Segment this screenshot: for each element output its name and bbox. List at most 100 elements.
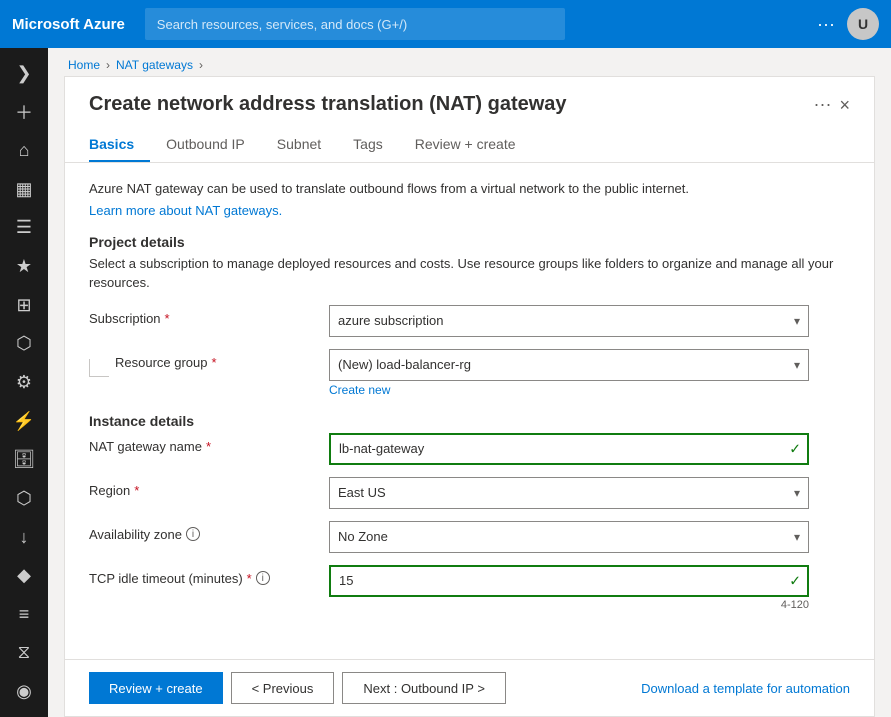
azure-brand: Microsoft Azure — [12, 16, 125, 33]
resource-group-control: (New) load-balancer-rg ▾ Create new — [329, 349, 809, 397]
nat-name-required: * — [206, 439, 211, 454]
project-details-title: Project details — [89, 234, 850, 250]
region-dropdown[interactable]: East US ▾ — [329, 477, 809, 509]
topbar: Microsoft Azure ··· U — [0, 0, 891, 48]
sidebar: ❯ ＋ ⌂ ▦ ☰ ★ ⊞ ⬡ ⚙ ⚡ 🗄 ⬡ ↓ ◆ ≡ ⧖ ◉ — [0, 48, 48, 717]
availability-zone-row: Availability zone i No Zone ▾ — [89, 521, 850, 553]
sidebar-item-favorites[interactable]: ★ — [4, 249, 44, 284]
create-panel: Create network address translation (NAT)… — [64, 76, 875, 717]
tcp-timeout-input-wrap: ✓ — [329, 565, 809, 597]
breadcrumb-home[interactable]: Home — [68, 58, 100, 72]
tabs: Basics Outbound IP Subnet Tags Review + … — [89, 128, 850, 162]
panel-close-button[interactable]: × — [839, 96, 850, 114]
next-button[interactable]: Next : Outbound IP > — [342, 672, 506, 704]
nat-gateway-name-input[interactable] — [329, 433, 809, 465]
sidebar-item-security[interactable]: ◆ — [4, 558, 44, 593]
sidebar-item-list[interactable]: ≡ — [4, 597, 44, 632]
sidebar-item-collapse[interactable]: ❯ — [4, 56, 44, 91]
resource-group-label: Resource group * — [109, 349, 217, 370]
sidebar-item-devops[interactable]: ⧖ — [4, 636, 44, 671]
breadcrumb: Home › NAT gateways › — [48, 48, 891, 76]
subscription-label: Subscription * — [89, 305, 329, 326]
learn-more-link[interactable]: Learn more about NAT gateways. — [89, 203, 282, 218]
sidebar-item-kubernetes[interactable]: ⬡ — [4, 326, 44, 361]
tcp-timeout-input[interactable] — [329, 565, 809, 597]
tcp-timeout-label: TCP idle timeout (minutes) * i — [89, 565, 329, 586]
availability-zone-dropdown[interactable]: No Zone ▾ — [329, 521, 809, 553]
rg-required: * — [212, 355, 217, 370]
tcp-timeout-row: TCP idle timeout (minutes) * i ✓ 4-120 — [89, 565, 850, 611]
sidebar-item-settings[interactable]: ⚙ — [4, 365, 44, 400]
tab-basics[interactable]: Basics — [89, 128, 150, 162]
panel-footer: Review + create < Previous Next : Outbou… — [65, 659, 874, 716]
region-row: Region * East US ▾ — [89, 477, 850, 509]
availability-zone-info-icon[interactable]: i — [186, 527, 200, 541]
sidebar-item-app-services[interactable]: ⊞ — [4, 288, 44, 323]
panel-header: Create network address translation (NAT)… — [65, 77, 874, 163]
tcp-timeout-info-icon[interactable]: i — [256, 571, 270, 585]
region-control: East US ▾ — [329, 477, 809, 509]
sidebar-item-cost[interactable]: ◉ — [4, 674, 44, 709]
availability-zone-control: No Zone ▾ — [329, 521, 809, 553]
rg-dropdown-arrow: ▾ — [794, 358, 800, 372]
content-area: Home › NAT gateways › Create network add… — [48, 48, 891, 717]
create-new-link[interactable]: Create new — [329, 383, 390, 397]
review-create-button[interactable]: Review + create — [89, 672, 223, 704]
nat-gateway-name-label: NAT gateway name * — [89, 433, 329, 454]
sidebar-item-monitor[interactable]: ↓ — [4, 520, 44, 555]
sidebar-item-all-services[interactable]: ☰ — [4, 211, 44, 246]
tab-outbound-ip[interactable]: Outbound IP — [150, 128, 261, 162]
sidebar-item-home[interactable]: ⌂ — [4, 133, 44, 168]
breadcrumb-sep-2: › — [199, 58, 203, 72]
az-dropdown-arrow: ▾ — [794, 530, 800, 544]
nat-gateway-name-input-wrap: ✓ — [329, 433, 809, 465]
region-value: East US — [338, 485, 386, 500]
tcp-required: * — [247, 571, 252, 586]
subscription-control: azure subscription ▾ — [329, 305, 809, 337]
sidebar-item-functions[interactable]: ⚡ — [4, 404, 44, 439]
sidebar-item-api[interactable]: ⬡ — [4, 481, 44, 516]
panel-ellipsis-icon[interactable]: ··· — [814, 94, 832, 115]
ellipsis-icon[interactable]: ··· — [817, 14, 835, 35]
resource-group-row: Resource group * (New) load-balancer-rg … — [89, 349, 850, 397]
tcp-hint-text: 4-120 — [329, 599, 809, 611]
panel-title: Create network address translation (NAT)… — [89, 93, 567, 116]
search-input[interactable] — [145, 8, 565, 40]
tab-tags[interactable]: Tags — [337, 128, 399, 162]
panel-body: Azure NAT gateway can be used to transla… — [65, 163, 874, 659]
tcp-timeout-control: ✓ 4-120 — [329, 565, 809, 611]
main-layout: ❯ ＋ ⌂ ▦ ☰ ★ ⊞ ⬡ ⚙ ⚡ 🗄 ⬡ ↓ ◆ ≡ ⧖ ◉ Home ›… — [0, 48, 891, 717]
previous-button[interactable]: < Previous — [231, 672, 335, 704]
nat-gateway-name-control: ✓ — [329, 433, 809, 465]
availability-zone-value: No Zone — [338, 529, 388, 544]
sidebar-item-sql[interactable]: 🗄 — [4, 442, 44, 477]
tab-review-create[interactable]: Review + create — [399, 128, 532, 162]
resource-group-value: (New) load-balancer-rg — [338, 357, 471, 372]
region-label: Region * — [89, 477, 329, 498]
subscription-value: azure subscription — [338, 313, 444, 328]
subscription-dropdown[interactable]: azure subscription ▾ — [329, 305, 809, 337]
sidebar-item-dashboard[interactable]: ▦ — [4, 172, 44, 207]
region-required: * — [134, 483, 139, 498]
sidebar-item-create[interactable]: ＋ — [4, 95, 44, 130]
valid-check-icon: ✓ — [789, 440, 801, 457]
resource-group-dropdown[interactable]: (New) load-balancer-rg ▾ — [329, 349, 809, 381]
avatar[interactable]: U — [847, 8, 879, 40]
availability-zone-label: Availability zone i — [89, 521, 329, 542]
subscription-dropdown-arrow: ▾ — [794, 314, 800, 328]
region-dropdown-arrow: ▾ — [794, 486, 800, 500]
download-template-link[interactable]: Download a template for automation — [641, 681, 850, 696]
topbar-right: ··· U — [817, 8, 879, 40]
panel-title-row: Create network address translation (NAT)… — [89, 93, 850, 116]
tab-subnet[interactable]: Subnet — [261, 128, 337, 162]
breadcrumb-nat[interactable]: NAT gateways — [116, 58, 193, 72]
breadcrumb-sep-1: › — [106, 58, 110, 72]
panel-title-icons: ··· × — [814, 94, 851, 115]
info-description: Azure NAT gateway can be used to transla… — [89, 179, 850, 199]
tcp-valid-check-icon: ✓ — [789, 572, 801, 589]
nat-gateway-name-row: NAT gateway name * ✓ — [89, 433, 850, 465]
subscription-required: * — [165, 311, 170, 326]
subscription-row: Subscription * azure subscription ▾ — [89, 305, 850, 337]
project-details-desc: Select a subscription to manage deployed… — [89, 254, 850, 293]
instance-details-title: Instance details — [89, 413, 850, 429]
